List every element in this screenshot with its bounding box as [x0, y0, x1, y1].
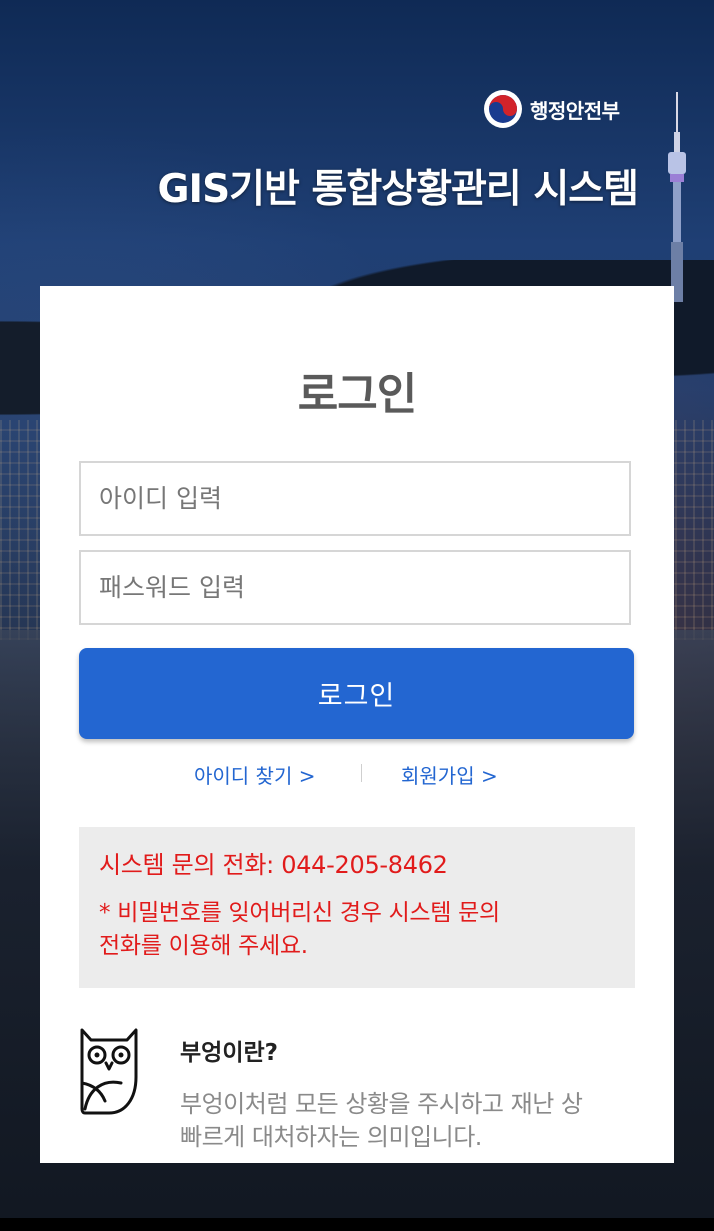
owl-description-line: 부엉이처럼 모든 상황을 주시하고 재난 상 — [180, 1090, 583, 1118]
owl-description: 부엉이처럼 모든 상황을 주시하고 재난 상 빠르게 대처하자는 의미입니다. — [180, 1088, 674, 1154]
owl-description-line: 빠르게 대처하자는 의미입니다. — [180, 1123, 482, 1151]
password-note: * 비밀번호를 잊어버리신 경우 시스템 문의 전화를 이용해 주세요. — [99, 897, 615, 963]
login-title: 로그인 — [297, 369, 417, 420]
support-notice: 시스템 문의 전화: 044-205-8462 * 비밀번호를 잊어버리신 경우… — [79, 827, 635, 988]
account-links: 아이디 찾기 > 회원가입 > — [40, 760, 674, 788]
id-input[interactable] — [79, 461, 631, 536]
taegeuk-emblem-icon — [484, 90, 522, 128]
find-id-link[interactable]: 아이디 찾기 > — [194, 760, 315, 789]
password-input[interactable] — [79, 550, 631, 625]
system-navigation-bar — [0, 1218, 714, 1231]
password-note-line: * 비밀번호를 잊어버리신 경우 시스템 문의 — [99, 900, 500, 926]
seoul-tower-icon — [668, 92, 686, 302]
support-phone: 시스템 문의 전화: 044-205-8462 — [99, 851, 448, 879]
login-button[interactable]: 로그인 — [79, 648, 634, 739]
owl-icon — [80, 1028, 138, 1115]
system-title: GIS기반 통합상황관리 시스템 — [157, 167, 639, 212]
ministry-logo: 행정안전부 — [484, 90, 620, 128]
link-divider — [361, 764, 362, 782]
owl-title: 부엉이란? — [180, 1040, 278, 1066]
password-note-line: 전화를 이용해 주세요. — [99, 933, 308, 959]
signup-link[interactable]: 회원가입 > — [401, 760, 498, 789]
ministry-name: 행정안전부 — [530, 98, 620, 123]
